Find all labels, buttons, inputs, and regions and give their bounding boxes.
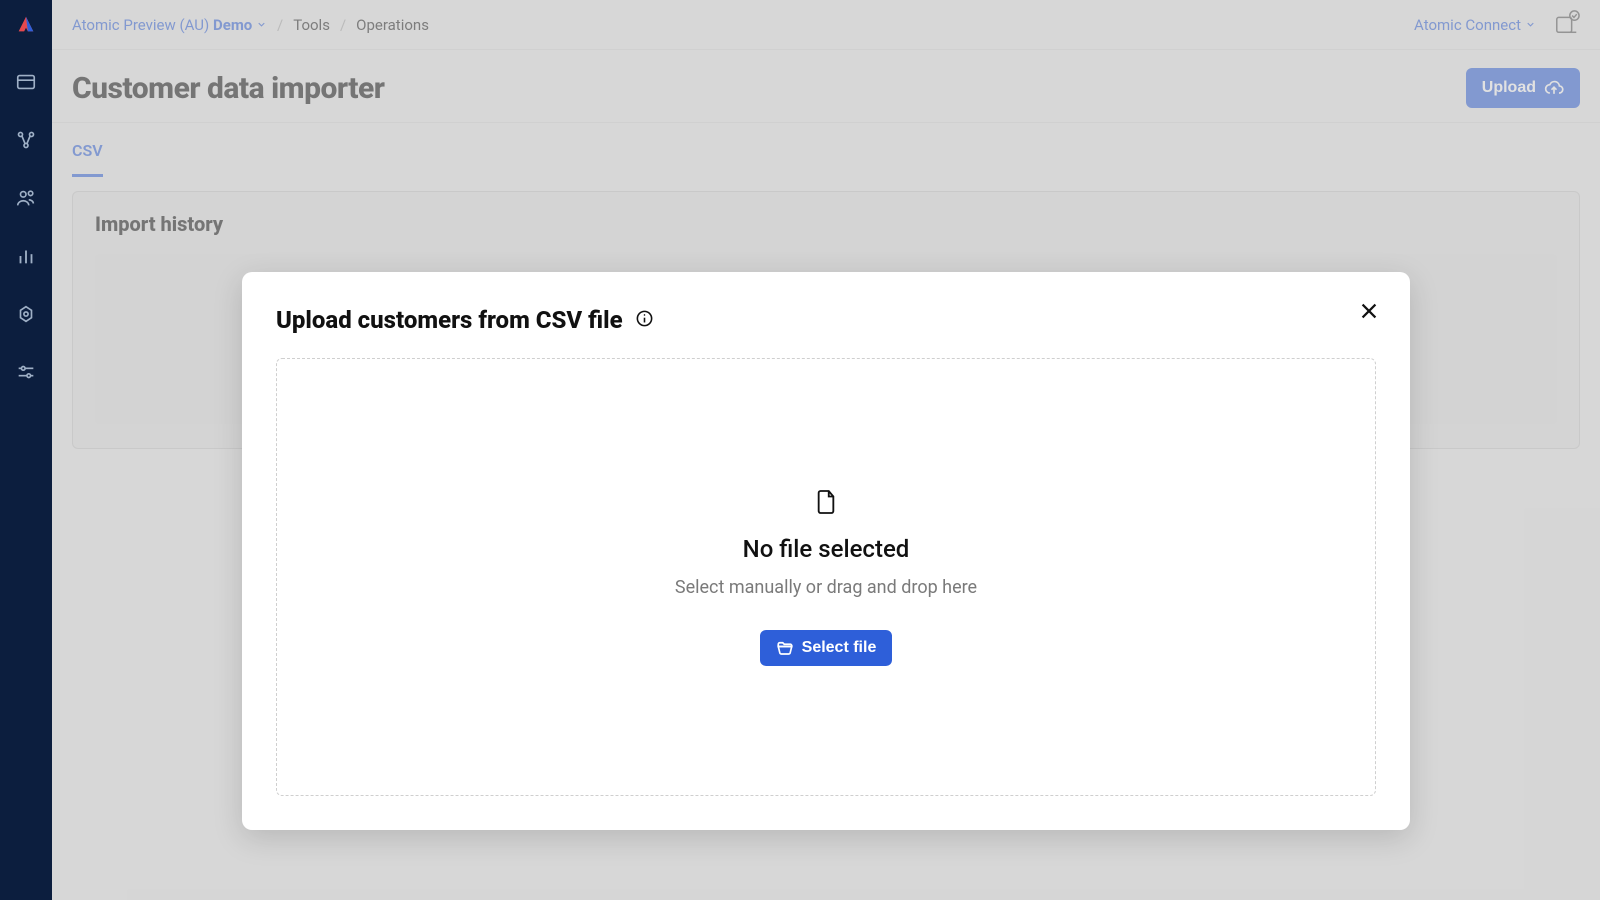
cards-icon[interactable]: [14, 70, 38, 94]
close-button[interactable]: [1358, 300, 1380, 325]
file-dropzone[interactable]: No file selected Select manually or drag…: [276, 358, 1376, 796]
settings-icon[interactable]: [14, 302, 38, 326]
sliders-icon[interactable]: [14, 360, 38, 384]
select-file-button[interactable]: Select file: [760, 630, 893, 666]
dropzone-subtitle: Select manually or drag and drop here: [675, 577, 977, 598]
flows-icon[interactable]: [14, 128, 38, 152]
customers-icon[interactable]: [14, 186, 38, 210]
analytics-icon[interactable]: [14, 244, 38, 268]
close-icon: [1358, 300, 1380, 322]
dropzone-title: No file selected: [743, 535, 910, 563]
logo-icon: [15, 14, 37, 36]
select-file-label: Select file: [802, 639, 877, 657]
file-icon: [815, 489, 837, 519]
info-icon[interactable]: [635, 309, 654, 332]
modal-overlay[interactable]: Upload customers from CSV file No file s…: [52, 0, 1600, 900]
upload-modal: Upload customers from CSV file No file s…: [242, 272, 1410, 830]
sidebar: [0, 0, 52, 900]
modal-title: Upload customers from CSV file: [276, 306, 623, 334]
folder-open-icon: [776, 639, 794, 657]
